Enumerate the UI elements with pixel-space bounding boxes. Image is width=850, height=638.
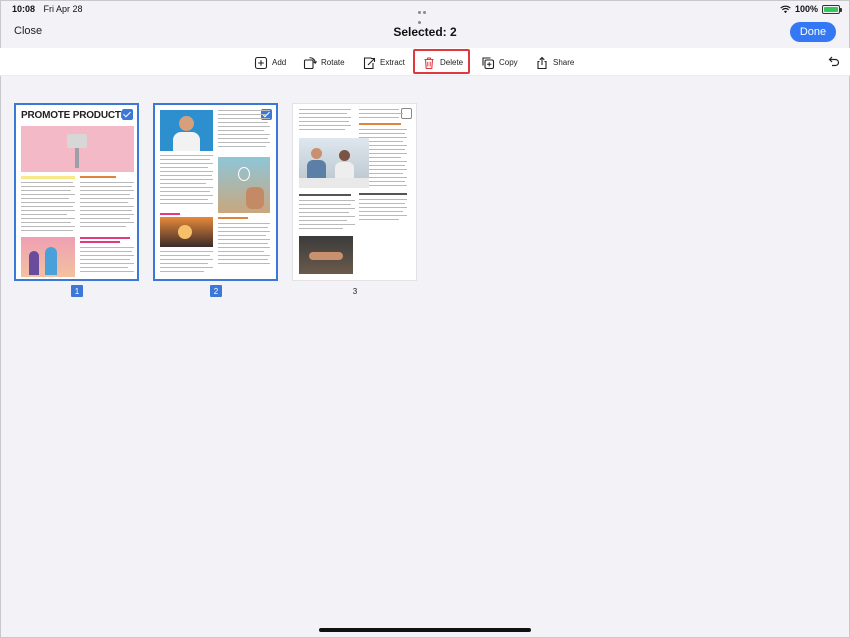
page-1-photo	[21, 237, 75, 277]
status-time-date: 10:08 Fri Apr 28	[12, 4, 89, 14]
status-date: Fri Apr 28	[43, 4, 83, 14]
battery-percent: 100%	[794, 4, 818, 14]
page-2-number: 2	[210, 285, 222, 297]
rotate-icon	[303, 56, 317, 69]
page-thumbnail-3[interactable]	[292, 103, 417, 281]
copy-label: Copy	[499, 58, 518, 67]
page-3-text-right-2	[359, 193, 407, 229]
copy-icon	[482, 56, 495, 69]
status-bar: 10:08 Fri Apr 28 100%	[0, 0, 850, 24]
extract-button[interactable]: Extract	[362, 54, 405, 71]
page-2-text-right	[218, 217, 270, 267]
page-3-text-top-left	[299, 109, 351, 135]
page-thumbnail-2[interactable]	[153, 103, 278, 281]
page-1-checkbox[interactable]	[122, 109, 133, 120]
rotate-button[interactable]: Rotate	[303, 54, 345, 71]
page-1-number: 1	[71, 285, 83, 297]
share-label: Share	[553, 58, 575, 67]
share-icon	[537, 56, 547, 69]
page-toolbar: Add Rotate Extract Delete Copy Share	[0, 48, 850, 76]
page-1-title: PROMOTE PRODUCTIVITY	[21, 110, 131, 121]
page-2-photo-bulb	[218, 157, 270, 213]
page-1-text-right	[80, 176, 134, 234]
page-1-text-right-2	[80, 237, 134, 277]
undo-icon[interactable]	[827, 55, 840, 68]
add-label: Add	[272, 58, 287, 67]
page-2-photo-person	[160, 110, 213, 151]
status-time: 10:08	[12, 4, 36, 14]
page-3-text-left	[299, 194, 355, 234]
page-2-text-left	[160, 155, 213, 209]
page-2-text-top	[218, 110, 270, 154]
page-3-photo-handshake	[299, 236, 353, 274]
page-1-hero-image	[21, 126, 134, 172]
nav-bar: Close Selected: 2 Done	[0, 18, 850, 48]
page-1-text-left	[21, 176, 75, 234]
status-right: 100%	[780, 4, 842, 14]
page-2-photo-sunset	[160, 217, 213, 247]
page-thumbnail-1[interactable]: PROMOTE PRODUCTIVITY	[14, 103, 139, 281]
battery-icon	[822, 4, 842, 14]
app-frame	[0, 0, 850, 638]
home-indicator	[319, 628, 531, 632]
extract-icon	[363, 56, 376, 69]
extract-label: Extract	[380, 58, 405, 67]
add-button[interactable]: Add	[254, 54, 286, 71]
delete-highlight-box	[413, 49, 470, 74]
multitasking-dots-icon[interactable]	[418, 6, 432, 24]
add-page-icon	[254, 56, 268, 69]
share-button[interactable]: Share	[535, 54, 574, 71]
done-button[interactable]: Done	[790, 22, 836, 42]
copy-button[interactable]: Copy	[481, 54, 518, 71]
page-2-text-left-2	[160, 251, 213, 275]
rotate-label: Rotate	[321, 58, 345, 67]
page-3-number: 3	[352, 286, 358, 296]
selection-title: Selected: 2	[393, 25, 457, 39]
wifi-icon	[780, 5, 791, 13]
page-3-photo-meeting	[299, 138, 369, 188]
